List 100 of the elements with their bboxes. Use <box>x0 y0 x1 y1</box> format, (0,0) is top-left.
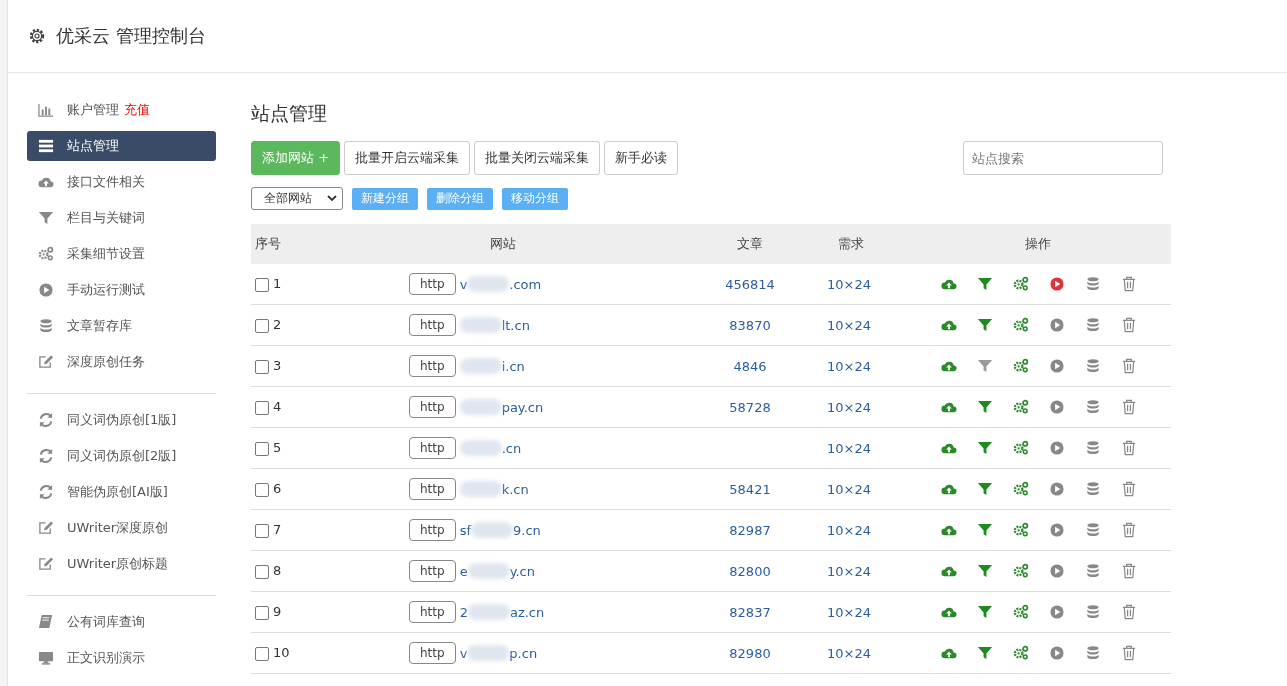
article-count: 4846 <box>733 358 767 374</box>
monitor-icon <box>38 650 54 666</box>
row-number: 9 <box>273 604 282 620</box>
toolbar-button[interactable]: 批量开启云端采集 <box>344 141 471 175</box>
sidebar-item[interactable]: 同义词伪原创[1版] <box>27 405 216 435</box>
site-filter-dropdown[interactable]: 全部网站 <box>251 187 343 210</box>
sidebar-item[interactable]: 站点管理 <box>27 131 216 161</box>
sidebar-item[interactable]: 采集细节设置 <box>27 239 216 269</box>
gears-icon <box>1013 440 1029 456</box>
list-icon <box>38 138 54 154</box>
protocol-tag[interactable]: http <box>409 355 456 377</box>
row-checkbox[interactable] <box>255 523 269 538</box>
row-checkbox[interactable] <box>255 318 269 333</box>
demand-value: 10×24 <box>827 563 871 579</box>
sidebar-item[interactable]: 深度原创任务 <box>27 347 216 377</box>
row-number: 7 <box>273 522 282 538</box>
edit-icon <box>38 354 54 370</box>
row-checkbox[interactable] <box>255 359 269 374</box>
edit-icon <box>38 556 54 572</box>
play-icon <box>1049 317 1065 333</box>
gears-icon <box>1013 317 1029 333</box>
refresh-icon <box>38 412 54 428</box>
play-icon <box>38 282 54 298</box>
protocol-tag[interactable]: http <box>409 519 456 541</box>
trash-icon <box>1121 481 1137 497</box>
sidebar-item[interactable]: 正文识别演示 <box>27 643 216 673</box>
protocol-tag[interactable]: http <box>409 396 456 418</box>
column-header: 文章 <box>737 236 763 251</box>
gears-icon <box>1013 481 1029 497</box>
gears-icon <box>38 246 54 262</box>
row-number: 1 <box>273 276 282 292</box>
play-icon <box>1049 645 1065 661</box>
demand-value: 10×24 <box>827 440 871 456</box>
page-title: 站点管理 <box>251 101 328 126</box>
protocol-tag[interactable]: http <box>409 478 456 500</box>
filter-icon <box>977 358 993 374</box>
search-field[interactable]: 站点搜索 <box>963 141 1163 175</box>
row-checkbox[interactable] <box>255 605 269 620</box>
column-header: 序号 <box>255 236 281 251</box>
sidebar-item[interactable]: 公有词库查询 <box>27 607 216 637</box>
settings-icon[interactable] <box>28 27 46 45</box>
database-icon <box>1085 522 1101 538</box>
row-checkbox[interactable] <box>255 564 269 579</box>
trash-icon <box>1121 276 1137 292</box>
play-icon <box>1049 522 1065 538</box>
protocol-tag[interactable]: http <box>409 560 456 582</box>
row-checkbox[interactable] <box>255 482 269 497</box>
article-count: 83870 <box>729 317 771 333</box>
protocol-tag[interactable]: http <box>409 437 456 459</box>
sidebar-item[interactable]: 栏目与关键词 <box>27 203 216 233</box>
filter-icon <box>977 481 993 497</box>
filter-icon <box>977 522 993 538</box>
protocol-tag[interactable]: http <box>409 601 456 623</box>
filter-icon <box>977 645 993 661</box>
refresh-icon <box>38 448 54 464</box>
filter-icon <box>977 317 993 333</box>
sidebar-item[interactable]: 同义词伪原创[2版] <box>27 441 216 471</box>
article-count: 456814 <box>725 276 775 292</box>
demand-value: 10×24 <box>827 317 871 333</box>
toolbar-button[interactable]: 新手必读 <box>604 141 679 175</box>
console-title: 优采云 管理控制台 <box>56 24 206 48</box>
row-checkbox[interactable] <box>255 646 269 661</box>
gears-icon <box>1013 522 1029 538</box>
sidebar-item[interactable]: 文章暂存库 <box>27 311 216 341</box>
article-count: 82837 <box>729 604 771 620</box>
row-checkbox[interactable] <box>255 441 269 456</box>
demand-value: 10×24 <box>827 604 871 620</box>
play-icon <box>1049 440 1065 456</box>
sidebar-item[interactable]: 智能伪原创[AI版] <box>27 477 216 507</box>
chevron-icon <box>327 195 337 202</box>
play-icon <box>1049 399 1065 415</box>
gears-icon <box>1013 399 1029 415</box>
filter-icon <box>977 563 993 579</box>
sidebar-item[interactable]: 接口文件相关 <box>27 167 216 197</box>
book-icon <box>38 614 54 630</box>
row-number: 3 <box>273 358 282 374</box>
protocol-tag[interactable]: http <box>409 273 456 295</box>
gears-icon <box>1013 645 1029 661</box>
demand-value: 10×24 <box>827 276 871 292</box>
database-icon <box>1085 481 1101 497</box>
protocol-tag[interactable]: http <box>409 314 456 336</box>
filter-icon <box>977 276 993 292</box>
play-icon <box>1049 358 1065 374</box>
sidebar-item[interactable]: UWriter深度原创 <box>27 513 216 543</box>
toolbar-button[interactable]: 批量关闭云端采集 <box>474 141 601 175</box>
play-icon <box>1049 276 1065 292</box>
sidebar-item[interactable]: 手动运行测试 <box>27 275 216 305</box>
row-checkbox[interactable] <box>255 400 269 415</box>
trash-icon <box>1121 522 1137 538</box>
trash-icon <box>1121 440 1137 456</box>
row-checkbox[interactable] <box>255 277 269 292</box>
demand-value: 10×24 <box>827 481 871 497</box>
database-icon <box>1085 440 1101 456</box>
refresh-icon <box>38 484 54 500</box>
article-count: 82980 <box>729 645 771 661</box>
sidebar-item[interactable]: UWriter原创标题 <box>27 549 216 579</box>
gears-icon <box>1013 358 1029 374</box>
protocol-tag[interactable]: http <box>409 642 456 664</box>
gears-icon <box>1013 563 1029 579</box>
sidebar-item[interactable]: 账户管理 充值 <box>27 95 216 125</box>
